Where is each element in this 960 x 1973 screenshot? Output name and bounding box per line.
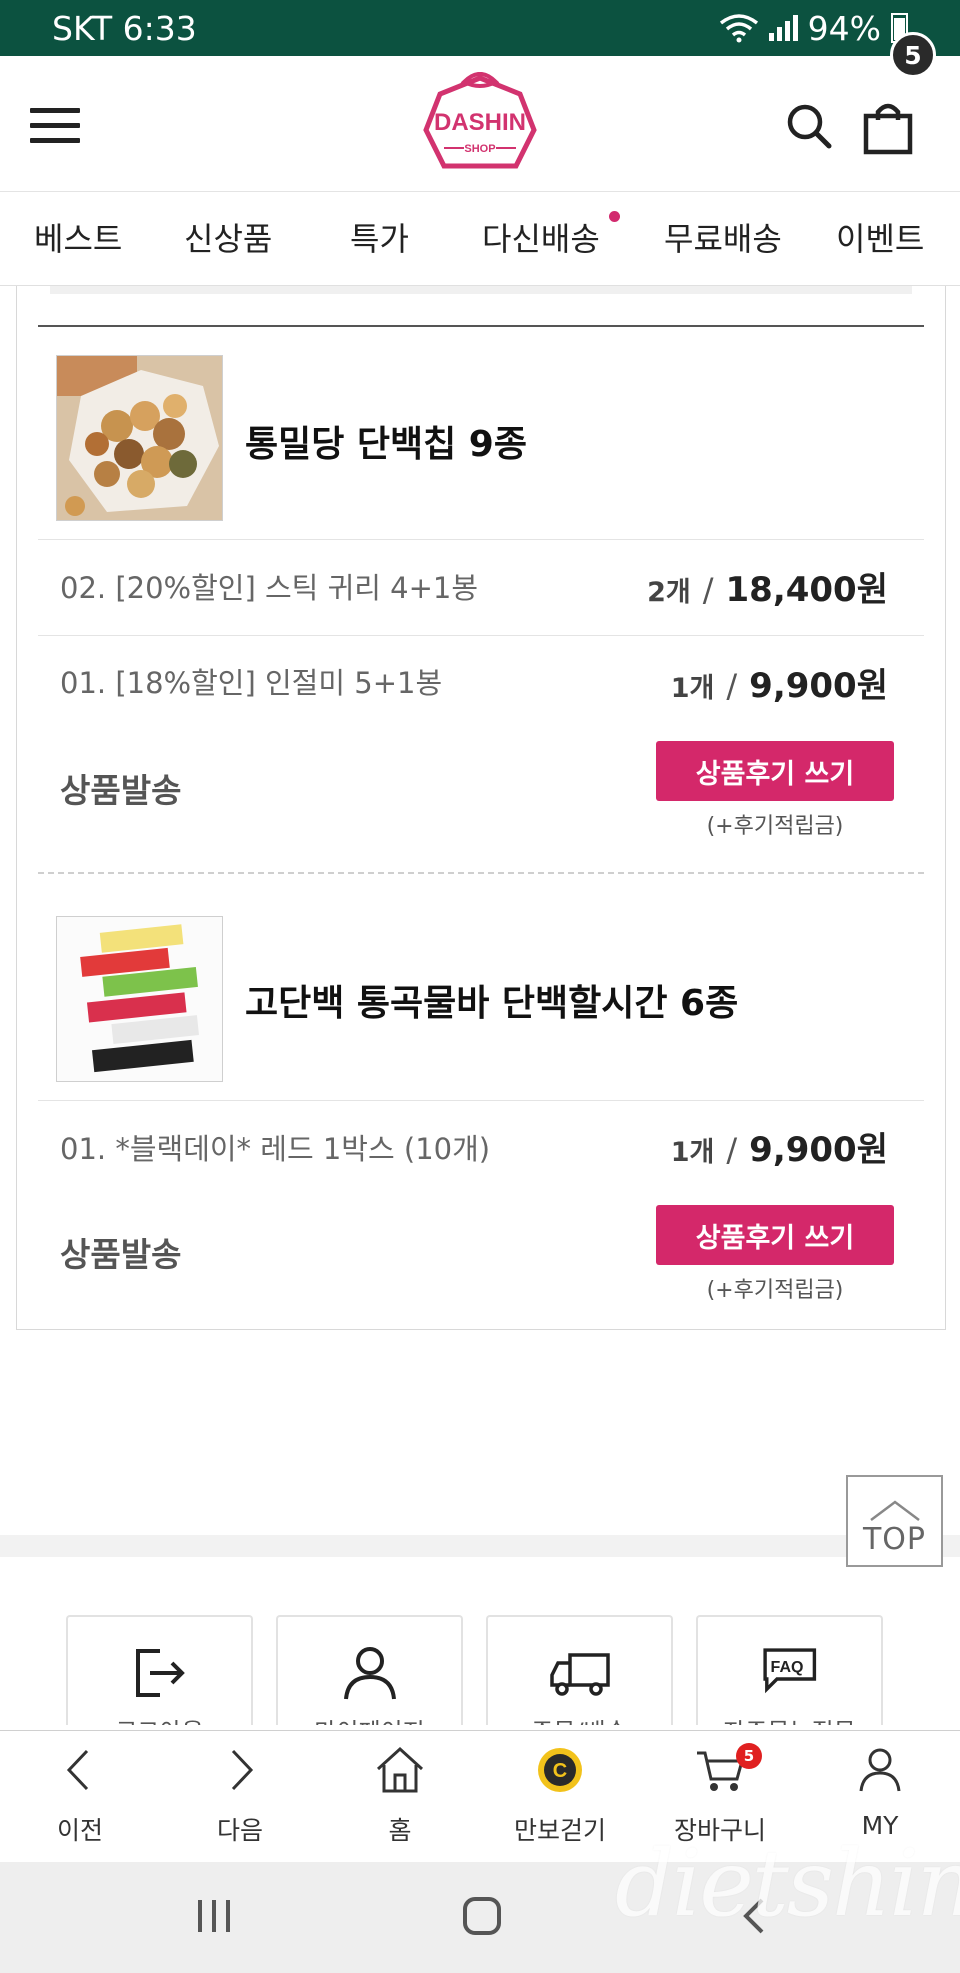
tab-free-shipping[interactable]: 무료배송 bbox=[664, 214, 782, 260]
option-label: 02. [20%할인] 스틱 귀리 4+1봉 bbox=[60, 571, 479, 605]
option-quantity: 1개 bbox=[670, 1137, 715, 1168]
dashed-divider bbox=[38, 872, 924, 874]
faq-icon-text: FAQ bbox=[771, 1659, 804, 1676]
chevron-up-icon bbox=[869, 1500, 920, 1521]
protein-bars-image bbox=[57, 917, 222, 1081]
chips-image bbox=[57, 356, 222, 520]
divider bbox=[38, 1100, 924, 1101]
nav-forward[interactable]: 다음 bbox=[160, 1731, 320, 1863]
shipping-status: 상품발송 bbox=[60, 1235, 182, 1274]
section-strip bbox=[50, 286, 912, 294]
option-price: 1개 / 9,900원 bbox=[671, 658, 888, 707]
top-label: TOP bbox=[862, 1522, 927, 1557]
option-amount: 18,400원 bbox=[725, 570, 888, 610]
option-quantity: 2개 bbox=[647, 577, 691, 608]
write-review-button[interactable]: 상품후기 쓰기 bbox=[656, 1205, 894, 1265]
forward-icon bbox=[231, 1749, 254, 1791]
quick-link-label: 주문/배송 bbox=[488, 1712, 671, 1725]
slash-separator: / bbox=[726, 1131, 738, 1169]
cart-badge: 5 bbox=[736, 1743, 762, 1769]
back-icon bbox=[66, 1749, 89, 1791]
category-tabs: 베스트 신상품 특가 다신배송 무료배송 이벤트 bbox=[0, 192, 960, 286]
product-thumbnail[interactable] bbox=[56, 355, 223, 521]
option-quantity: 1개 bbox=[670, 673, 715, 704]
option-amount: 9,900원 bbox=[749, 1130, 888, 1170]
status-carrier-time: SKT 6:33 bbox=[52, 8, 197, 48]
tab-sale[interactable]: 특가 bbox=[350, 214, 409, 260]
tab-best[interactable]: 베스트 bbox=[34, 214, 122, 260]
slash-separator: / bbox=[702, 571, 714, 609]
footer-separator bbox=[0, 1535, 960, 1557]
divider bbox=[38, 325, 924, 327]
review-reward-note: (+후기적립금) bbox=[706, 1278, 844, 1303]
nav-label: 이전 bbox=[56, 1816, 103, 1845]
logout-icon bbox=[136, 1649, 185, 1697]
status-bar: SKT 6:33 94% bbox=[0, 0, 960, 56]
new-indicator-dot bbox=[609, 211, 620, 222]
shopping-bag-icon[interactable] bbox=[862, 100, 914, 156]
quick-link-label: 마이페이지 bbox=[278, 1712, 461, 1725]
divider bbox=[38, 635, 924, 636]
divider bbox=[38, 539, 924, 540]
faq-icon: FAQ bbox=[763, 1648, 817, 1694]
quick-link-mypage[interactable]: 마이페이지 bbox=[276, 1615, 463, 1725]
option-price: 2개 / 18,400원 bbox=[647, 562, 888, 611]
review-reward-note: (+후기적립금) bbox=[706, 814, 844, 839]
scroll-top-button[interactable]: TOP bbox=[846, 1475, 943, 1567]
product-thumbnail[interactable] bbox=[56, 916, 223, 1082]
nav-back[interactable]: 이전 bbox=[0, 1731, 160, 1863]
product-name[interactable]: 고단백 통곡물바 단백할시간 6종 bbox=[245, 974, 738, 1026]
write-review-button[interactable]: 상품후기 쓰기 bbox=[656, 741, 894, 801]
wifi-icon bbox=[719, 14, 758, 43]
page: SKT 6:33 94% DASHIN SHOP 5 베스트 신상품 특가 다신… bbox=[0, 0, 960, 1973]
coin-letter: C bbox=[553, 1760, 567, 1782]
cart-count-badge: 5 bbox=[890, 32, 936, 78]
nav-label: 다음 bbox=[216, 1816, 263, 1845]
logo-subtext: SHOP bbox=[464, 143, 495, 155]
menu-icon[interactable] bbox=[30, 108, 80, 144]
home-icon bbox=[376, 1746, 424, 1793]
shipping-status: 상품발송 bbox=[60, 771, 182, 810]
quick-link-label: 로그아웃 bbox=[68, 1712, 251, 1725]
quick-link-logout[interactable]: 로그아웃 bbox=[66, 1615, 253, 1725]
truck-icon bbox=[550, 1653, 610, 1696]
logo-text: DASHIN bbox=[434, 109, 526, 136]
slash-separator: / bbox=[726, 667, 738, 705]
tab-dashin-delivery[interactable]: 다신배송 bbox=[482, 214, 600, 260]
dashin-logo[interactable]: DASHIN SHOP bbox=[420, 72, 540, 176]
user-icon bbox=[859, 1748, 901, 1792]
quick-link-order-delivery[interactable]: 주문/배송 bbox=[486, 1615, 673, 1725]
product-name[interactable]: 통밀당 단백칩 9종 bbox=[245, 415, 527, 467]
coin-icon: C bbox=[538, 1748, 582, 1792]
watermark: dietshin.com bbox=[615, 1830, 960, 1937]
signal-icon bbox=[768, 15, 798, 41]
person-icon bbox=[344, 1647, 396, 1700]
tab-event[interactable]: 이벤트 bbox=[836, 214, 924, 260]
nav-home[interactable]: 홈 bbox=[320, 1731, 480, 1863]
option-label: 01. [18%할인] 인절미 5+1봉 bbox=[60, 666, 443, 700]
battery-percent: 94% bbox=[807, 8, 881, 48]
home-button-icon[interactable] bbox=[462, 1896, 502, 1936]
quick-link-label: 자주묻는질문 bbox=[698, 1712, 881, 1725]
option-label: 01. *블랙데이* 레드 1박스 (10개) bbox=[60, 1132, 491, 1166]
option-amount: 9,900원 bbox=[749, 666, 888, 706]
app-header: DASHIN SHOP bbox=[0, 56, 960, 192]
status-right: 94% bbox=[719, 9, 908, 48]
tab-new[interactable]: 신상품 bbox=[184, 214, 272, 260]
recent-apps-icon[interactable] bbox=[196, 1898, 232, 1934]
nav-label: 홈 bbox=[388, 1816, 412, 1845]
search-icon[interactable] bbox=[785, 102, 833, 150]
quick-link-faq[interactable]: FAQ 자주묻는질문 bbox=[696, 1615, 883, 1725]
option-price: 1개 / 9,900원 bbox=[671, 1122, 888, 1171]
